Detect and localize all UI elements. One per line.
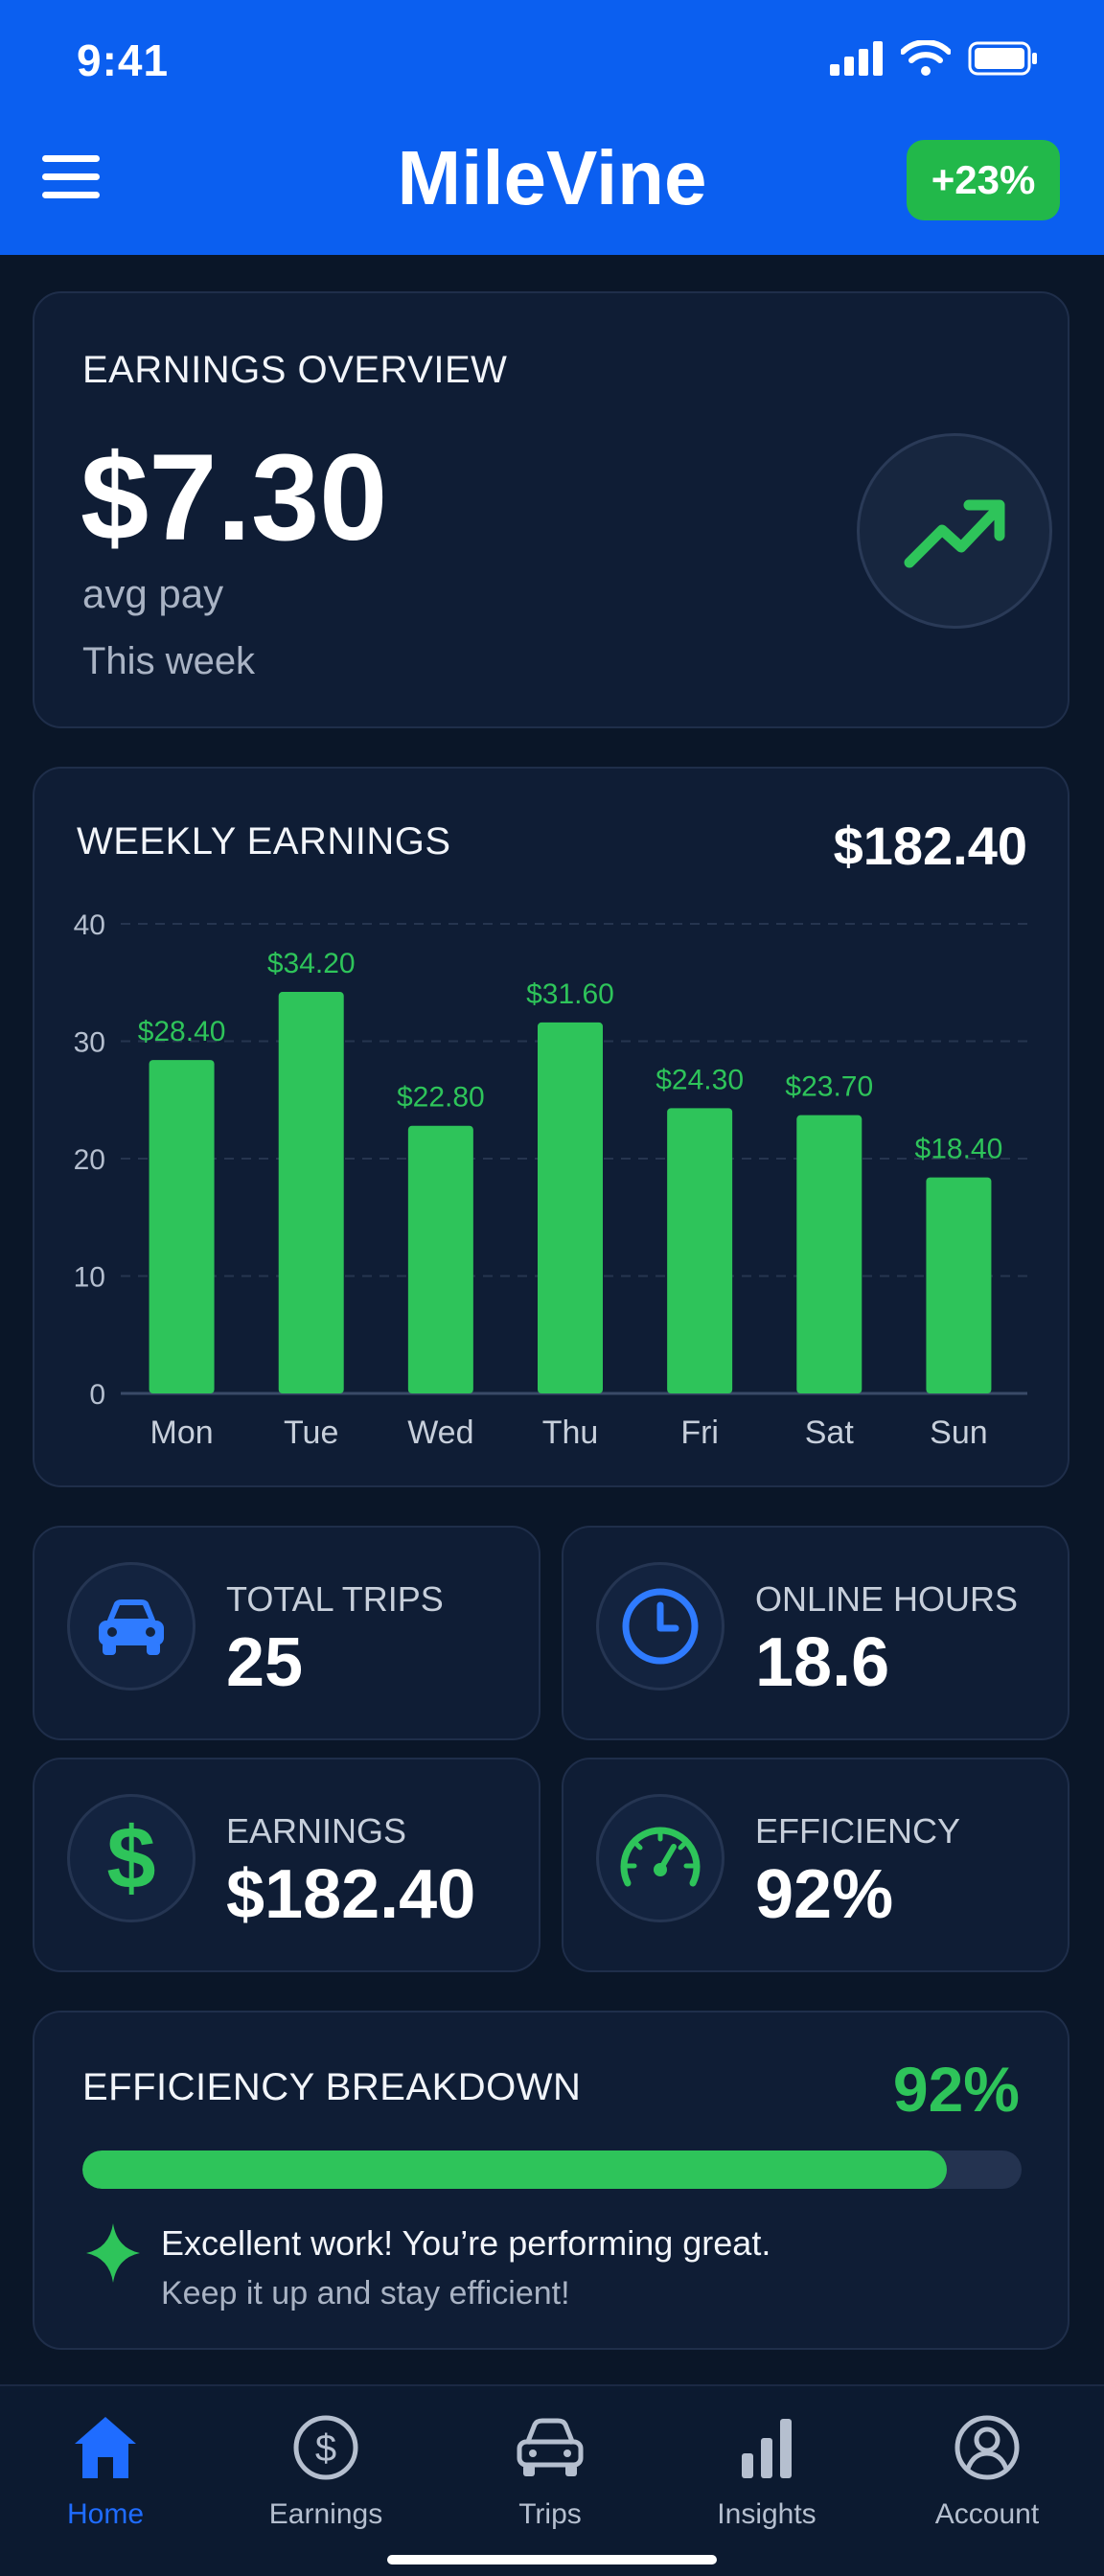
weekly-bar-chart: 0 10 20 30 40 $28.40 Mon $34.20 Tue $22.80 Wed $31.… — [74, 909, 1027, 1451]
dollar-icon: $ — [67, 1794, 196, 1922]
nav-label: Account — [934, 2498, 1040, 2530]
stat-value: 18.6 — [755, 1624, 890, 1701]
bar-value-label: $23.70 — [785, 1071, 873, 1103]
chart-bar — [149, 1060, 215, 1393]
efficiency-submessage: Keep it up and stay efficient! — [161, 2275, 570, 2312]
nav-label: Home — [66, 2498, 145, 2530]
bar-value-label: $18.40 — [915, 1134, 1003, 1165]
nav-insights[interactable]: Insights — [671, 2413, 862, 2531]
home-indicator[interactable] — [387, 2555, 717, 2564]
overview-title: EARNINGS OVERVIEW — [82, 349, 508, 391]
efficiency-message: Excellent work! You’re performing great. — [161, 2223, 771, 2263]
car-icon — [67, 1562, 196, 1690]
stat-label: EFFICIENCY — [755, 1811, 961, 1851]
earnings-overview-card: EARNINGS OVERVIEW $7.30 avg pay This wee… — [33, 291, 1070, 728]
bar-value-label: $24.30 — [656, 1064, 744, 1095]
stat-card-earnings[interactable]: $ EARNINGS $182.40 — [33, 1758, 540, 1972]
y-tick-label: 10 — [74, 1262, 105, 1294]
battery-icon — [968, 41, 1037, 76]
nav-account[interactable]: Account — [891, 2413, 1083, 2531]
status-time: 9:41 — [77, 35, 170, 85]
sparkle-icon — [86, 2223, 140, 2283]
avg-pay-label: avg pay — [82, 571, 224, 616]
period-label: This week — [82, 640, 256, 682]
y-tick-label: 20 — [74, 1144, 105, 1176]
x-tick-label: Mon — [150, 1414, 214, 1451]
efficiency-progress-fill — [82, 2150, 947, 2189]
x-tick-label: Fri — [680, 1414, 719, 1451]
y-tick-label: 30 — [74, 1027, 105, 1059]
weekly-earnings-card: WEEKLY EARNINGS $182.40 0 10 20 30 40 $28.40 M… — [33, 767, 1070, 1487]
bar-chart-icon — [742, 2419, 792, 2478]
bottom-nav: Home $ Earnings Trips Insights Account — [0, 2384, 1104, 2576]
stat-label: ONLINE HOURS — [755, 1579, 1019, 1619]
efficiency-breakdown-card: EFFICIENCY BREAKDOWN 92% Excellent work!… — [33, 2011, 1070, 2350]
wifi-icon — [901, 40, 951, 76]
growth-badge: +23% — [907, 140, 1060, 220]
svg-text:$: $ — [315, 2427, 336, 2470]
efficiency-percent: 92% — [892, 2054, 1020, 2125]
nav-label: Earnings — [268, 2498, 383, 2530]
stat-label: EARNINGS — [226, 1811, 407, 1851]
stat-card-efficiency[interactable]: EFFICIENCY 92% — [562, 1758, 1070, 1972]
x-tick-label: Wed — [407, 1414, 473, 1451]
efficiency-progress-track — [82, 2150, 1022, 2189]
efficiency-title: EFFICIENCY BREAKDOWN — [82, 2066, 582, 2108]
signal-icon — [830, 41, 883, 76]
chart-bar — [278, 992, 344, 1393]
chart-bar — [796, 1115, 862, 1393]
car-icon — [517, 2418, 584, 2476]
app-header: 9:41 MileVine +23% — [0, 0, 1104, 255]
home-icon — [75, 2417, 136, 2478]
stat-value: $182.40 — [226, 1856, 476, 1933]
nav-earnings[interactable]: $ Earnings — [230, 2413, 422, 2531]
nav-label: Insights — [717, 2498, 816, 2530]
trend-up-icon — [857, 433, 1052, 629]
chart-bar — [926, 1177, 992, 1393]
stat-value: 92% — [755, 1856, 894, 1933]
y-tick-label: 0 — [89, 1379, 105, 1411]
clock-icon — [596, 1562, 724, 1690]
nav-label: Trips — [518, 2498, 582, 2530]
bar-value-label: $31.60 — [526, 978, 614, 1010]
y-tick-label: 40 — [74, 909, 105, 941]
status-icons — [830, 40, 1039, 77]
x-tick-label: Sun — [930, 1414, 988, 1451]
x-tick-label: Sat — [805, 1414, 855, 1451]
user-circle-icon — [954, 2415, 1020, 2480]
bar-value-label: $22.80 — [397, 1082, 485, 1114]
avg-pay-value: $7.30 — [80, 429, 388, 566]
dollar-circle-icon: $ — [293, 2415, 358, 2480]
stat-card-hours[interactable]: ONLINE HOURS 18.6 — [562, 1526, 1070, 1740]
stat-value: 25 — [226, 1624, 304, 1701]
chart-bar — [667, 1108, 733, 1393]
nav-trips[interactable]: Trips — [454, 2413, 646, 2531]
x-tick-label: Thu — [542, 1414, 599, 1451]
bar-value-label: $28.40 — [138, 1016, 226, 1047]
bar-value-label: $34.20 — [267, 948, 356, 979]
stat-card-trips[interactable]: TOTAL TRIPS 25 — [33, 1526, 540, 1740]
chart-bar — [538, 1022, 603, 1393]
stat-label: TOTAL TRIPS — [226, 1579, 444, 1619]
chart-bar — [407, 1125, 473, 1393]
x-tick-label: Tue — [284, 1414, 338, 1451]
speedometer-icon — [596, 1794, 724, 1922]
nav-home[interactable]: Home — [10, 2413, 201, 2531]
